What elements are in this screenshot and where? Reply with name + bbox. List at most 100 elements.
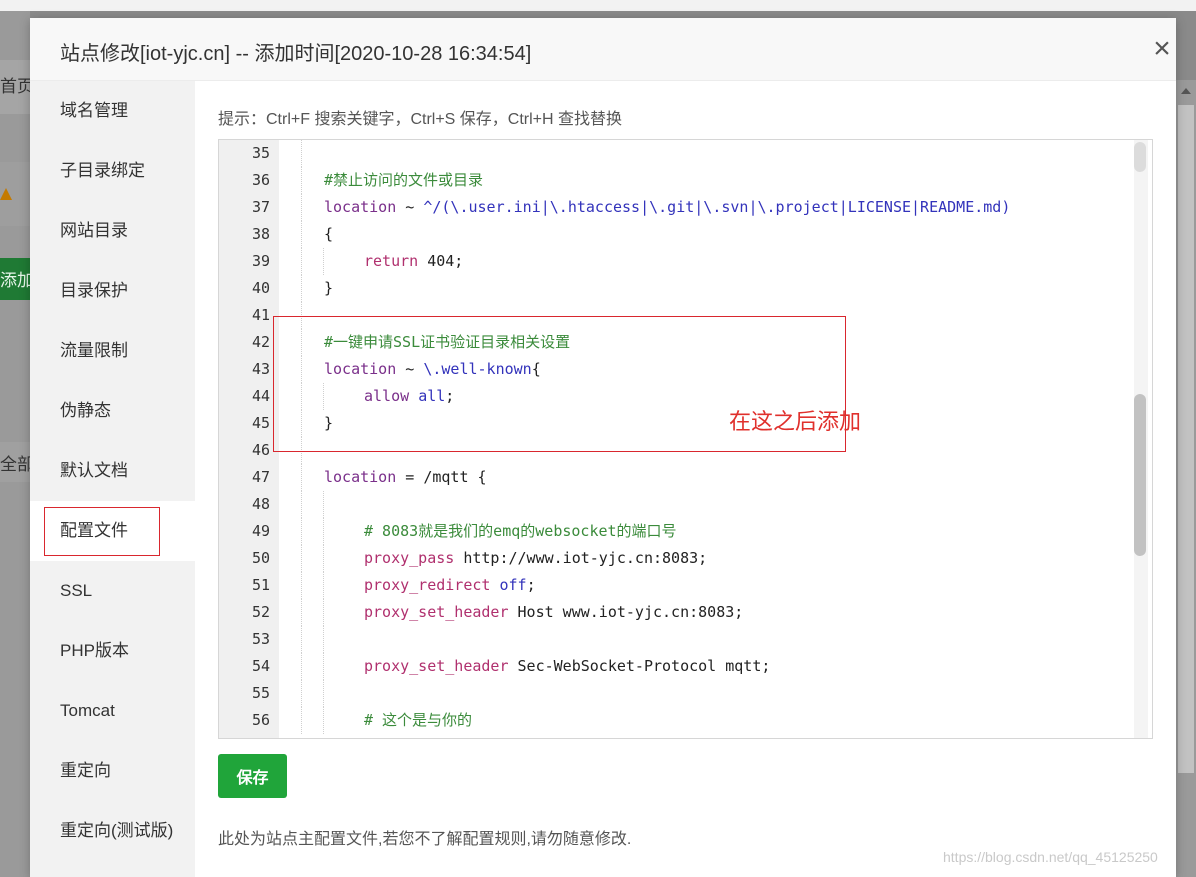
background-all-fragment: 全部分: [0, 442, 30, 482]
code-text: proxy_pass http://www.iot-yjc.cn:8083;: [364, 545, 707, 572]
code-text: proxy_set_header Sec-WebSocket-Protocol …: [364, 653, 770, 680]
config-warning-note: 此处为站点主配置文件,若您不了解配置规则,请勿随意修改.: [218, 831, 632, 848]
sidebar-item-php-version[interactable]: PHP版本: [30, 621, 195, 681]
indent-guide: [301, 545, 302, 572]
sidebar-item-label: 流量限制: [60, 341, 128, 360]
save-button[interactable]: 保存: [218, 754, 287, 798]
background-topbar: [0, 0, 1196, 11]
code-line[interactable]: 54 proxy_set_header Sec-WebSocket-Protoc…: [219, 653, 1129, 680]
line-number: 46: [251, 441, 270, 459]
indent-guide: [323, 599, 324, 626]
sidebar-item-traffic-limit[interactable]: 流量限制: [30, 321, 195, 381]
editor-scrollbar-thumb[interactable]: [1134, 394, 1146, 556]
background-home-fragment: 首页: [0, 60, 30, 114]
background-add-site-button: 添加站: [0, 258, 30, 300]
line-number: 52: [251, 603, 270, 621]
scroll-up-arrow-icon[interactable]: [1181, 88, 1191, 94]
code-text: proxy_redirect off;: [364, 572, 536, 599]
code-directive: proxy_redirect: [364, 576, 491, 594]
indent-guide: [301, 464, 302, 491]
indent-guide: [323, 707, 324, 734]
sidebar-item-label: Tomcat: [60, 701, 115, 720]
code-keyword: return: [364, 252, 419, 270]
line-number: 49: [251, 522, 270, 540]
code-plain: http://www.iot-yjc.cn:8083;: [454, 549, 708, 567]
code-line[interactable]: 56 # 这个是与你的: [219, 707, 1129, 734]
code-value: off: [499, 576, 527, 594]
code-text: proxy_set_header Host www.iot-yjc.cn:808…: [364, 599, 743, 626]
sidebar-item-subdir-binding[interactable]: 子目录绑定: [30, 141, 195, 201]
code-plain: Sec-WebSocket-Protocol mqtt;: [508, 657, 771, 675]
sidebar-item-config-file[interactable]: 配置文件: [30, 501, 195, 561]
modal-title: 站点修改[iot-yjc.cn] -- 添加时间[2020-10-28 16:3…: [60, 43, 532, 65]
indent-guide: [323, 626, 324, 653]
code-text: location ~ ^/(\.user.ini|\.htaccess|\.gi…: [324, 194, 1010, 221]
code-line[interactable]: 52 proxy_set_header Host www.iot-yjc.cn:…: [219, 599, 1129, 626]
modal-sidebar: 域名管理 子目录绑定 网站目录 目录保护 流量限制 伪静态 默认文档 配置文件 …: [30, 81, 195, 877]
code-plain: ~: [396, 198, 424, 216]
sidebar-item-label: 子目录绑定: [60, 161, 145, 180]
line-number: 45: [251, 414, 270, 432]
code-line[interactable]: 48: [219, 491, 1129, 518]
watermark: https://blog.csdn.net/qq_45125250: [943, 849, 1158, 865]
code-line[interactable]: 47 location = /mqtt {: [219, 464, 1129, 491]
code-line[interactable]: 49 # 8083就是我们的emq的websocket的端口号: [219, 518, 1129, 545]
indent-guide: [301, 167, 302, 194]
line-number: 54: [251, 657, 270, 675]
code-line[interactable]: 36 #禁止访问的文件或目录: [219, 167, 1129, 194]
indent-guide: [301, 653, 302, 680]
code-plain: }: [324, 279, 334, 297]
code-line[interactable]: 51 proxy_redirect off;: [219, 572, 1129, 599]
modal-header: 站点修改[iot-yjc.cn] -- 添加时间[2020-10-28 16:3…: [30, 18, 1176, 81]
indent-guide: [301, 572, 302, 599]
sidebar-item-ssl[interactable]: SSL: [30, 561, 195, 621]
page-scrollbar-thumb[interactable]: [1178, 105, 1194, 773]
sidebar-item-label: 重定向(测试版): [60, 821, 174, 840]
indent-guide: [323, 518, 324, 545]
editor-scrollbar-cap: [1134, 142, 1146, 172]
annotation-box: [44, 507, 160, 556]
indent-guide: [301, 194, 302, 221]
line-number: 41: [251, 306, 270, 324]
close-icon[interactable]: ×: [1148, 34, 1176, 64]
sidebar-item-tomcat[interactable]: Tomcat: [30, 681, 195, 741]
sidebar-item-dir-protect[interactable]: 目录保护: [30, 261, 195, 321]
line-number: 37: [251, 198, 270, 216]
code-line[interactable]: 37 location ~ ^/(\.user.ini|\.htaccess|\…: [219, 194, 1129, 221]
line-number: 36: [251, 171, 270, 189]
line-number: 35: [251, 144, 270, 162]
sidebar-item-label: 域名管理: [60, 101, 128, 120]
sidebar-item-redirect-beta[interactable]: 重定向(测试版): [30, 801, 195, 861]
code-line[interactable]: 53: [219, 626, 1129, 653]
indent-guide: [301, 626, 302, 653]
background-row-checkbox: [0, 386, 30, 412]
sidebar-item-domain[interactable]: 域名管理: [30, 81, 195, 141]
code-line[interactable]: 38 {: [219, 221, 1129, 248]
line-number: 43: [251, 360, 270, 378]
code-line[interactable]: 50 proxy_pass http://www.iot-yjc.cn:8083…: [219, 545, 1129, 572]
sidebar-item-label: 默认文档: [60, 461, 128, 480]
sidebar-item-redirect[interactable]: 重定向: [30, 741, 195, 801]
indent-guide: [301, 491, 302, 518]
sidebar-item-site-dir[interactable]: 网站目录: [30, 201, 195, 261]
code-line[interactable]: 39 return 404;: [219, 248, 1129, 275]
indent-guide: [323, 680, 324, 707]
code-line[interactable]: 35: [219, 140, 1129, 167]
line-number: 55: [251, 684, 270, 702]
line-number: 39: [251, 252, 270, 270]
indent-guide: [301, 680, 302, 707]
code-text: return 404;: [364, 248, 463, 275]
code-line[interactable]: 40 }: [219, 275, 1129, 302]
code-editor[interactable]: 35 36 #禁止访问的文件或目录 37 location ~ ^/(\.use…: [218, 139, 1153, 739]
code-line[interactable]: 55: [219, 680, 1129, 707]
sidebar-item-default-doc[interactable]: 默认文档: [30, 441, 195, 501]
line-number: 40: [251, 279, 270, 297]
indent-guide: [301, 707, 302, 734]
sidebar-item-label: 伪静态: [60, 401, 111, 420]
line-number: 56: [251, 711, 270, 729]
line-number: 48: [251, 495, 270, 513]
sidebar-item-rewrite[interactable]: 伪静态: [30, 381, 195, 441]
site-edit-modal: 站点修改[iot-yjc.cn] -- 添加时间[2020-10-28 16:3…: [30, 18, 1176, 877]
sidebar-item-label: 网站目录: [60, 221, 128, 240]
line-number: 50: [251, 549, 270, 567]
